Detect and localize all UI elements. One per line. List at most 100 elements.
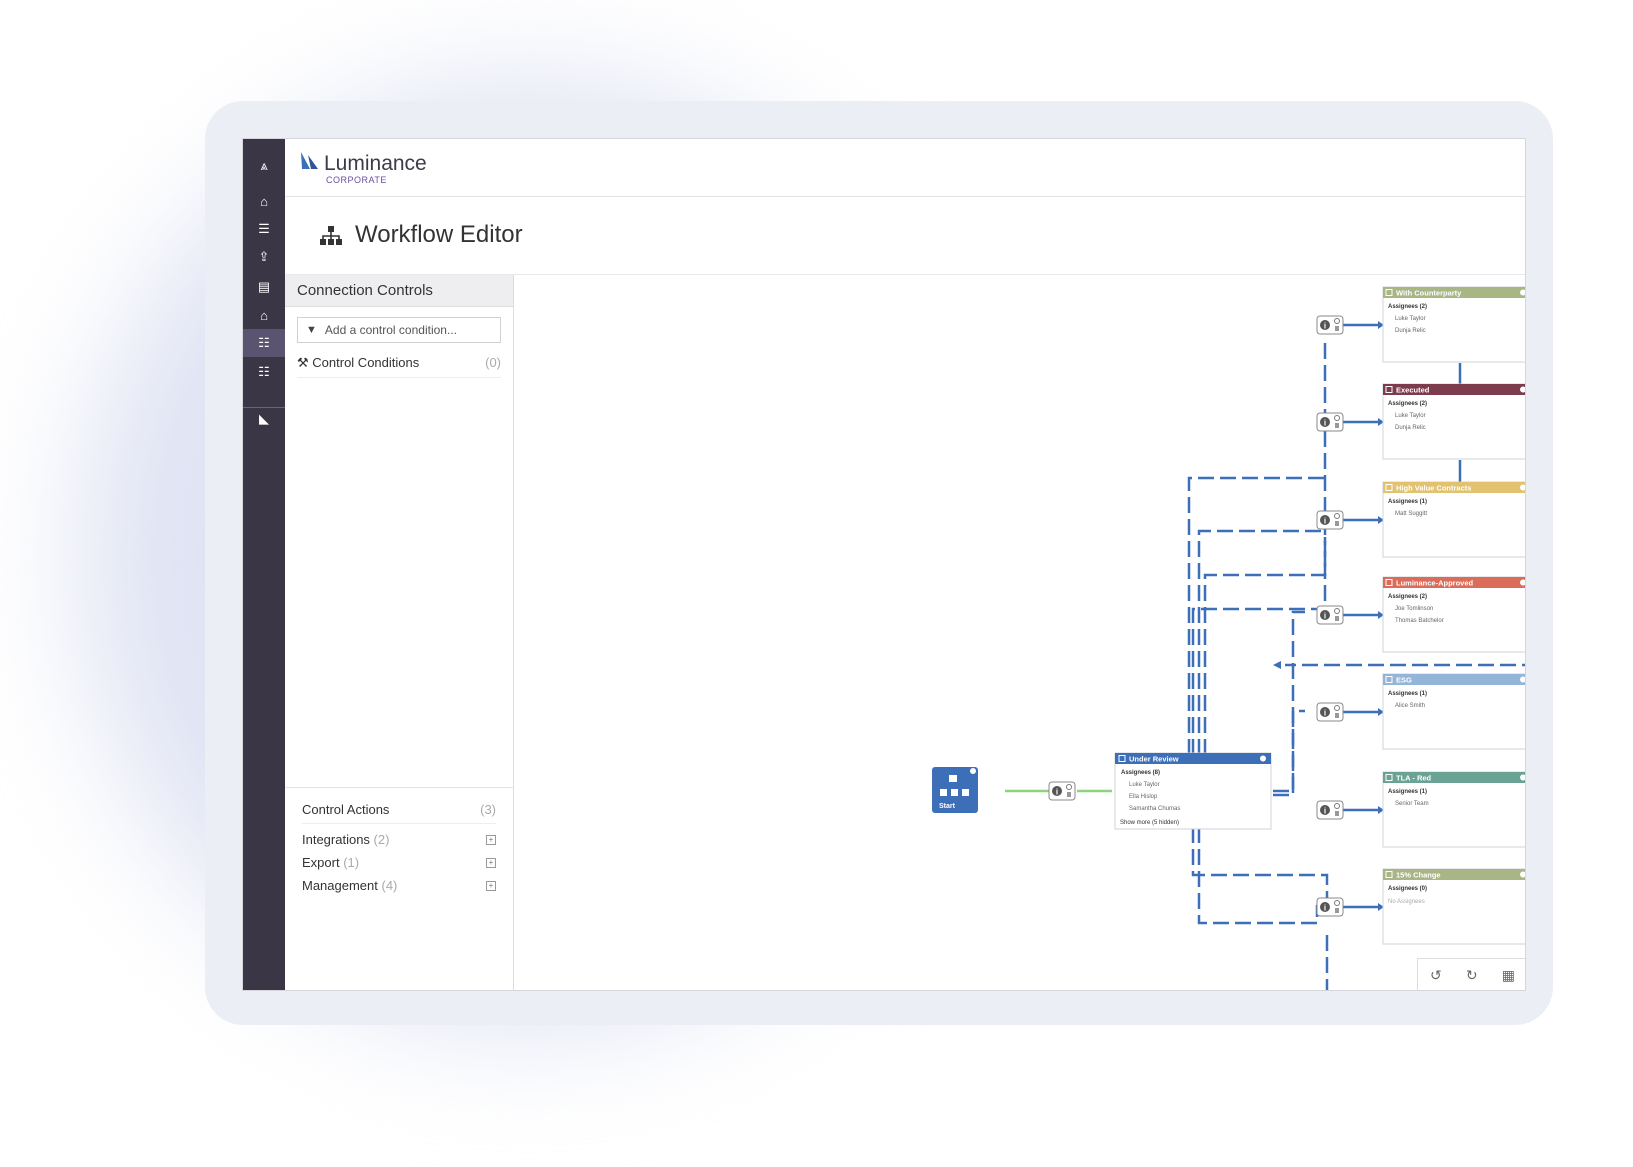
brand-name: Luminance bbox=[324, 152, 427, 175]
canvas-controls: ↺ ↻ ▦ bbox=[1417, 958, 1525, 990]
assignees-label: Assignees (1) bbox=[1388, 691, 1427, 697]
action-group-export[interactable]: Export (1) + bbox=[302, 851, 496, 874]
control-conditions-row[interactable]: ⚒ Control Conditions (0) bbox=[297, 355, 501, 378]
arrow-head bbox=[1273, 661, 1281, 669]
trash-icon[interactable] bbox=[1335, 908, 1339, 913]
rail-list-icon[interactable]: ☰ bbox=[243, 215, 285, 243]
stage-node[interactable] bbox=[1382, 383, 1526, 460]
connection-line bbox=[1273, 610, 1305, 793]
assignee-name: Joe Tomlinson bbox=[1395, 606, 1433, 612]
stage-node[interactable] bbox=[1382, 286, 1526, 363]
trash-icon[interactable] bbox=[1335, 811, 1339, 816]
filter-icon: ▼ bbox=[306, 324, 317, 336]
nav-rail: ⩓ ⌂ ☰ ⇪ ▤ ⌂ ☷ ☷ ◣ bbox=[243, 139, 285, 990]
info-icon-glyph: i bbox=[1324, 322, 1326, 331]
stage-node[interactable] bbox=[1382, 868, 1526, 945]
expand-icon[interactable]: + bbox=[486, 835, 496, 845]
layout-icon[interactable]: ▦ bbox=[1502, 967, 1515, 984]
rail-bank-icon[interactable]: ⌂ bbox=[243, 301, 285, 329]
undo-icon[interactable]: ↺ bbox=[1430, 967, 1442, 984]
connection-controls-panel: Connection Controls ▼ Add a control cond… bbox=[285, 275, 514, 990]
trash-icon[interactable] bbox=[1335, 423, 1339, 428]
expand-icon[interactable]: + bbox=[486, 858, 496, 868]
stage-node[interactable] bbox=[1382, 481, 1526, 558]
workflow-icon bbox=[949, 775, 957, 782]
workflow-canvas[interactable]: iiiiiiiiiStartUnder ReviewAssignees (8)L… bbox=[515, 275, 1526, 991]
assignee-name: Matt Suggitt bbox=[1395, 511, 1427, 517]
assignees-label: Assignees (2) bbox=[1388, 401, 1427, 407]
stage-node[interactable] bbox=[1382, 576, 1526, 653]
connection-line bbox=[1203, 537, 1327, 755]
assignees-label: Assignees (0) bbox=[1388, 886, 1427, 892]
panel-header: Connection Controls bbox=[285, 275, 513, 307]
rail-home-icon[interactable]: ⌂ bbox=[243, 187, 285, 215]
stage-node[interactable] bbox=[1382, 771, 1526, 848]
hammer-icon: ⚒ bbox=[297, 355, 309, 370]
add-icon[interactable] bbox=[1260, 755, 1266, 762]
connection-line bbox=[1191, 827, 1329, 905]
control-actions-count: (3) bbox=[480, 802, 496, 817]
assignees-label: Assignees (1) bbox=[1388, 499, 1427, 505]
under-review-node[interactable] bbox=[1114, 752, 1272, 830]
assignees-label: Assignees (1) bbox=[1388, 789, 1427, 795]
assignees-label: Assignees (2) bbox=[1388, 594, 1427, 600]
action-group-label: Management (4) bbox=[302, 878, 398, 893]
redo-icon[interactable]: ↻ bbox=[1466, 967, 1478, 984]
control-actions-label: Control Actions bbox=[302, 802, 390, 817]
info-icon-glyph: i bbox=[1324, 419, 1326, 428]
action-group-integrations[interactable]: Integrations (2) + bbox=[302, 828, 496, 851]
workflow-icon bbox=[320, 226, 342, 245]
brand-subtitle: CORPORATE bbox=[326, 175, 387, 185]
info-icon-glyph: i bbox=[1056, 788, 1058, 797]
rail-workflow-icon[interactable]: ☷ bbox=[243, 329, 285, 357]
luminance-logo-icon bbox=[301, 152, 318, 169]
trash-icon[interactable] bbox=[1335, 326, 1339, 331]
connection-line bbox=[1273, 709, 1305, 797]
stage-title: 15% Change bbox=[1396, 871, 1441, 880]
info-icon-glyph: i bbox=[1324, 807, 1326, 816]
add-icon[interactable] bbox=[1520, 484, 1526, 491]
show-more-link[interactable]: Show more (5 hidden) bbox=[1120, 820, 1179, 826]
stage-title: Executed bbox=[1396, 386, 1430, 395]
workflow-icon-part bbox=[962, 789, 969, 796]
expand-icon[interactable]: + bbox=[486, 881, 496, 891]
action-group-management[interactable]: Management (4) + bbox=[302, 874, 496, 897]
info-icon-glyph: i bbox=[1324, 612, 1326, 621]
assignee-name: Luke Taylor bbox=[1395, 413, 1426, 419]
trash-icon[interactable] bbox=[1335, 521, 1339, 526]
workflow-icon-part bbox=[940, 789, 947, 796]
trash-icon[interactable] bbox=[1067, 792, 1071, 797]
trash-icon[interactable] bbox=[1335, 616, 1339, 621]
assignee-name: Samantha Chumas bbox=[1129, 806, 1180, 812]
rail-upload-icon[interactable]: ⇪ bbox=[243, 243, 285, 271]
add-icon[interactable] bbox=[970, 768, 976, 774]
info-icon-glyph: i bbox=[1324, 517, 1326, 526]
app-window: ⩓ ⌂ ☰ ⇪ ▤ ⌂ ☷ ☷ ◣ Luminance CORPORATE Workflow E… bbox=[242, 138, 1526, 991]
stage-node[interactable] bbox=[1382, 673, 1526, 750]
rail-library-icon[interactable]: ▤ bbox=[243, 273, 285, 301]
action-group-label: Export (1) bbox=[302, 855, 360, 870]
rail-logo-icon[interactable]: ⩓ bbox=[243, 149, 285, 183]
rail-sail-icon[interactable]: ◣ bbox=[243, 405, 285, 433]
page-title: Workflow Editor bbox=[355, 221, 523, 248]
add-icon[interactable] bbox=[1520, 579, 1526, 586]
workflow-diagram[interactable]: iiiiiiiiiStartUnder ReviewAssignees (8)L… bbox=[515, 275, 1526, 991]
rail-document-icon[interactable]: ☷ bbox=[243, 358, 285, 386]
control-actions-section: Control Actions (3) Integrations (2) + Exp… bbox=[285, 787, 513, 907]
add-icon[interactable] bbox=[1520, 774, 1526, 781]
add-icon[interactable] bbox=[1520, 289, 1526, 296]
no-assignees: No Assignees bbox=[1388, 899, 1425, 905]
add-icon[interactable] bbox=[1520, 676, 1526, 683]
add-icon[interactable] bbox=[1520, 386, 1526, 393]
assignee-name: Luke Taylor bbox=[1129, 782, 1160, 788]
start-label: Start bbox=[939, 803, 956, 810]
trash-icon[interactable] bbox=[1335, 713, 1339, 718]
add-icon[interactable] bbox=[1520, 871, 1526, 878]
stage-title: With Counterparty bbox=[1396, 289, 1462, 298]
connection-line bbox=[1191, 337, 1327, 755]
control-condition-input[interactable]: ▼ Add a control condition... bbox=[297, 317, 501, 343]
control-conditions-label: Control Conditions bbox=[312, 355, 420, 370]
stage-title: Under Review bbox=[1129, 755, 1179, 764]
assignee-name: Dunja Relic bbox=[1395, 425, 1426, 431]
workflow-icon-part bbox=[951, 789, 958, 796]
